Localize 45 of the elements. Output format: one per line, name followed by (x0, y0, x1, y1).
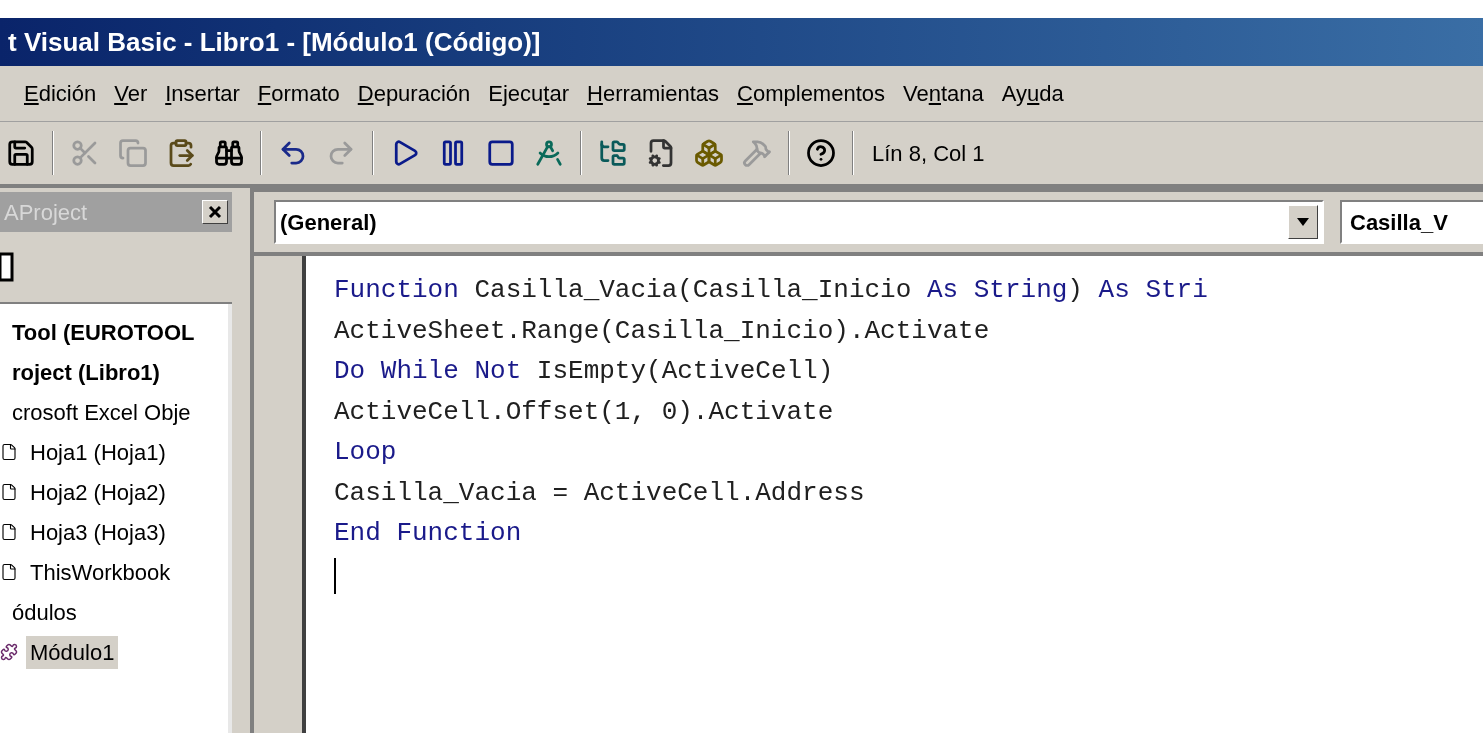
folder-toggle-icon[interactable] (0, 252, 16, 282)
triangle-ruler-icon (534, 138, 564, 168)
title-bar: t Visual Basic - Libro1 - [Módulo1 (Código)] (0, 18, 1483, 66)
close-button[interactable] (202, 200, 228, 224)
menu-item[interactable]: Depuración (357, 77, 471, 110)
tree-item[interactable]: Tool (EUROTOOL (8, 315, 199, 349)
tree-item[interactable]: Módulo1 (26, 635, 119, 669)
procedure-dropdown[interactable]: Casilla_V (1340, 200, 1483, 244)
code-line: Casilla_Vacia = ActiveCell.Address (334, 476, 865, 510)
menu-item[interactable]: Complementos (737, 77, 886, 110)
object-dropdown[interactable]: (General) (274, 200, 1324, 244)
code-line: Do While Not IsEmpty(ActiveCell) (334, 355, 834, 388)
tools-icon (742, 138, 772, 168)
tree-item[interactable]: Hoja1 (Hoja1) (26, 435, 170, 469)
tree-item[interactable]: roject (Libro1) (8, 355, 164, 389)
copy-icon (118, 138, 148, 168)
menu-item[interactable]: Ejecutar (488, 77, 569, 110)
cursor-position: Lín 8, Col 1 (872, 139, 985, 168)
menu-item[interactable]: Herramientas (587, 77, 720, 110)
code-line: End Function (334, 517, 522, 550)
tree-item[interactable]: Hoja2 (Hoja2) (26, 475, 170, 509)
tree-item[interactable]: ThisWorkbook (26, 555, 175, 589)
menu-item[interactable]: Ventana (903, 77, 984, 110)
help-icon (806, 138, 836, 168)
menu-item[interactable]: Ayuda (1001, 77, 1064, 110)
menu-item[interactable]: Edición (24, 77, 97, 110)
tree-item[interactable]: ódulos (8, 595, 81, 629)
save-icon (6, 138, 36, 168)
code-line: ActiveCell.Offset(1, 0).Activate (334, 395, 834, 429)
tree-item[interactable]: Hoja3 (Hoja3) (26, 515, 170, 549)
text-cursor (334, 557, 336, 594)
binoculars-icon (214, 138, 244, 168)
project-tree-icon (598, 138, 628, 168)
panel-title: AProject (4, 198, 88, 227)
menu-item[interactable]: Ver (114, 77, 148, 110)
menu-item[interactable]: Insertar (165, 77, 240, 110)
close-icon (208, 205, 222, 219)
code-line: Function Casilla_Vacia(Casilla_Inicio As String) As Stri (334, 274, 1208, 307)
stop-icon (486, 138, 516, 168)
tree-item[interactable]: crosoft Excel Obje (8, 395, 195, 429)
code-line: Loop (334, 436, 397, 469)
code-editor[interactable] (306, 256, 1483, 733)
object-browser-icon (694, 138, 724, 168)
code-line: ActiveSheet.Range(Casilla_Inicio).Activate (334, 314, 990, 348)
menu-item[interactable]: Formato (257, 77, 340, 110)
